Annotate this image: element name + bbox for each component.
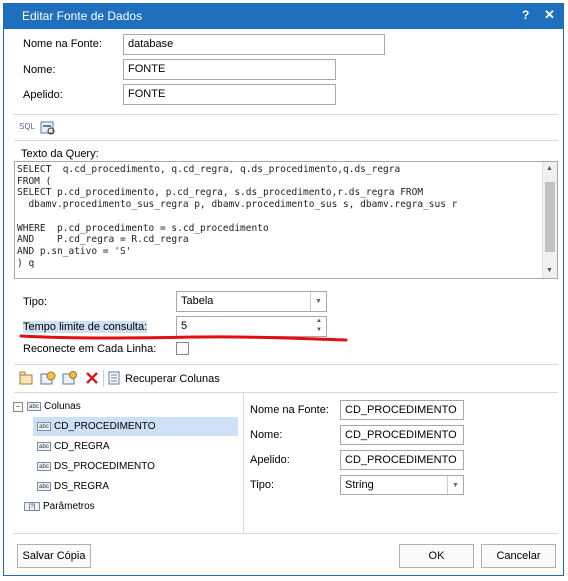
column-source-name-input[interactable]: CD_PROCEDIMENTO [340,400,464,420]
retrieve-columns-icon[interactable] [108,371,124,385]
column-alias-label: Apelido: [250,454,290,466]
divider [14,114,558,115]
tree-item-label: CD_REGRA [54,441,110,452]
cancel-button[interactable]: Cancelar [481,544,556,568]
column-icon: abc [37,481,51,491]
name-label: Nome: [23,64,56,76]
column-type-value: String [345,479,374,491]
query-label: Texto da Query: [21,148,99,160]
tree-item-colunas[interactable]: abc Colunas [27,401,81,412]
ok-button[interactable]: OK [399,544,474,568]
parameter-icon: [?] [24,501,40,511]
tree-item-label: DS_REGRA [54,481,110,492]
retrieve-columns-button[interactable]: Recuperar Colunas [125,373,220,385]
query-editor[interactable]: SELECT q.cd_procedimento, q.cd_regra, q.… [14,161,558,279]
reconnect-checkbox[interactable] [176,342,189,355]
chevron-down-icon[interactable]: ▼ [310,292,326,311]
panel-divider [243,393,244,533]
alias-label: Apelido: [23,89,63,101]
tree-item-column[interactable]: abc DS_PROCEDIMENTO [37,461,155,472]
column-icon: abc [37,421,51,431]
tree-item-label: Parâmetros [43,501,95,512]
add-parameter-icon[interactable] [62,371,78,385]
column-name-input[interactable]: CD_PROCEDIMENTO [340,425,464,445]
tree-item-column[interactable]: abc CD_REGRA [37,441,110,452]
column-name-label: Nome: [250,429,283,441]
reconnect-label: Reconecte em Cada Linha: [23,343,157,355]
column-type-label: Tipo: [250,479,275,491]
alias-input[interactable]: FONTE [123,84,336,105]
scroll-up-icon[interactable]: ▲ [546,165,553,172]
add-column-icon[interactable] [18,371,34,385]
toolbar-separator [103,370,104,387]
tree-item-column[interactable]: abc DS_REGRA [37,481,109,492]
save-copy-button[interactable]: Salvar Cópia [17,544,91,568]
column-icon: abc [37,461,51,471]
sql-icon[interactable]: SQL [19,122,35,131]
column-type-select[interactable]: String ▼ [340,475,464,495]
type-select[interactable]: Tabela ▼ [176,291,327,312]
dialog-titlebar: Editar Fonte de Dados ? ✕ [4,4,563,29]
query-builder-icon[interactable] [40,121,56,135]
close-icon[interactable]: ✕ [544,7,555,23]
divider [14,364,558,365]
query-scrollbar[interactable]: ▲ ▼ [542,162,557,278]
tree-item-label: DS_PROCEDIMENTO [54,461,155,472]
divider [14,533,558,534]
dialog-title: Editar Fonte de Dados [22,9,143,23]
divider [14,140,558,141]
type-select-value: Tabela [181,295,214,307]
divider [14,392,558,393]
source-name-label: Nome na Fonte: [23,38,102,50]
name-input[interactable]: FONTE [123,59,336,80]
query-text[interactable]: SELECT q.cd_procedimento, q.cd_regra, q.… [15,162,557,269]
tree-item-label: CD_PROCEDIMENTO [54,421,156,432]
column-icon: abc [37,441,51,451]
type-label: Tipo: [23,296,48,308]
delete-icon[interactable] [84,371,100,385]
tree-item-parametros[interactable]: [?] Parâmetros [24,501,95,512]
stepper-up-icon[interactable]: ▲ [316,318,322,324]
help-icon[interactable]: ? [522,8,529,22]
column-icon: abc [27,401,41,411]
column-alias-input[interactable]: CD_PROCEDIMENTO [340,450,464,470]
scroll-down-icon[interactable]: ▼ [546,267,553,274]
source-name-input[interactable]: database [123,34,385,55]
add-calc-column-icon[interactable] [40,371,56,385]
scroll-thumb[interactable] [545,182,555,252]
tree-item-label: Colunas [44,401,81,412]
chevron-down-icon[interactable]: ▼ [447,476,463,494]
tree-item-column[interactable]: abc CD_PROCEDIMENTO [37,421,156,432]
column-source-name-label: Nome na Fonte: [250,404,329,416]
collapse-icon[interactable]: − [13,402,23,412]
